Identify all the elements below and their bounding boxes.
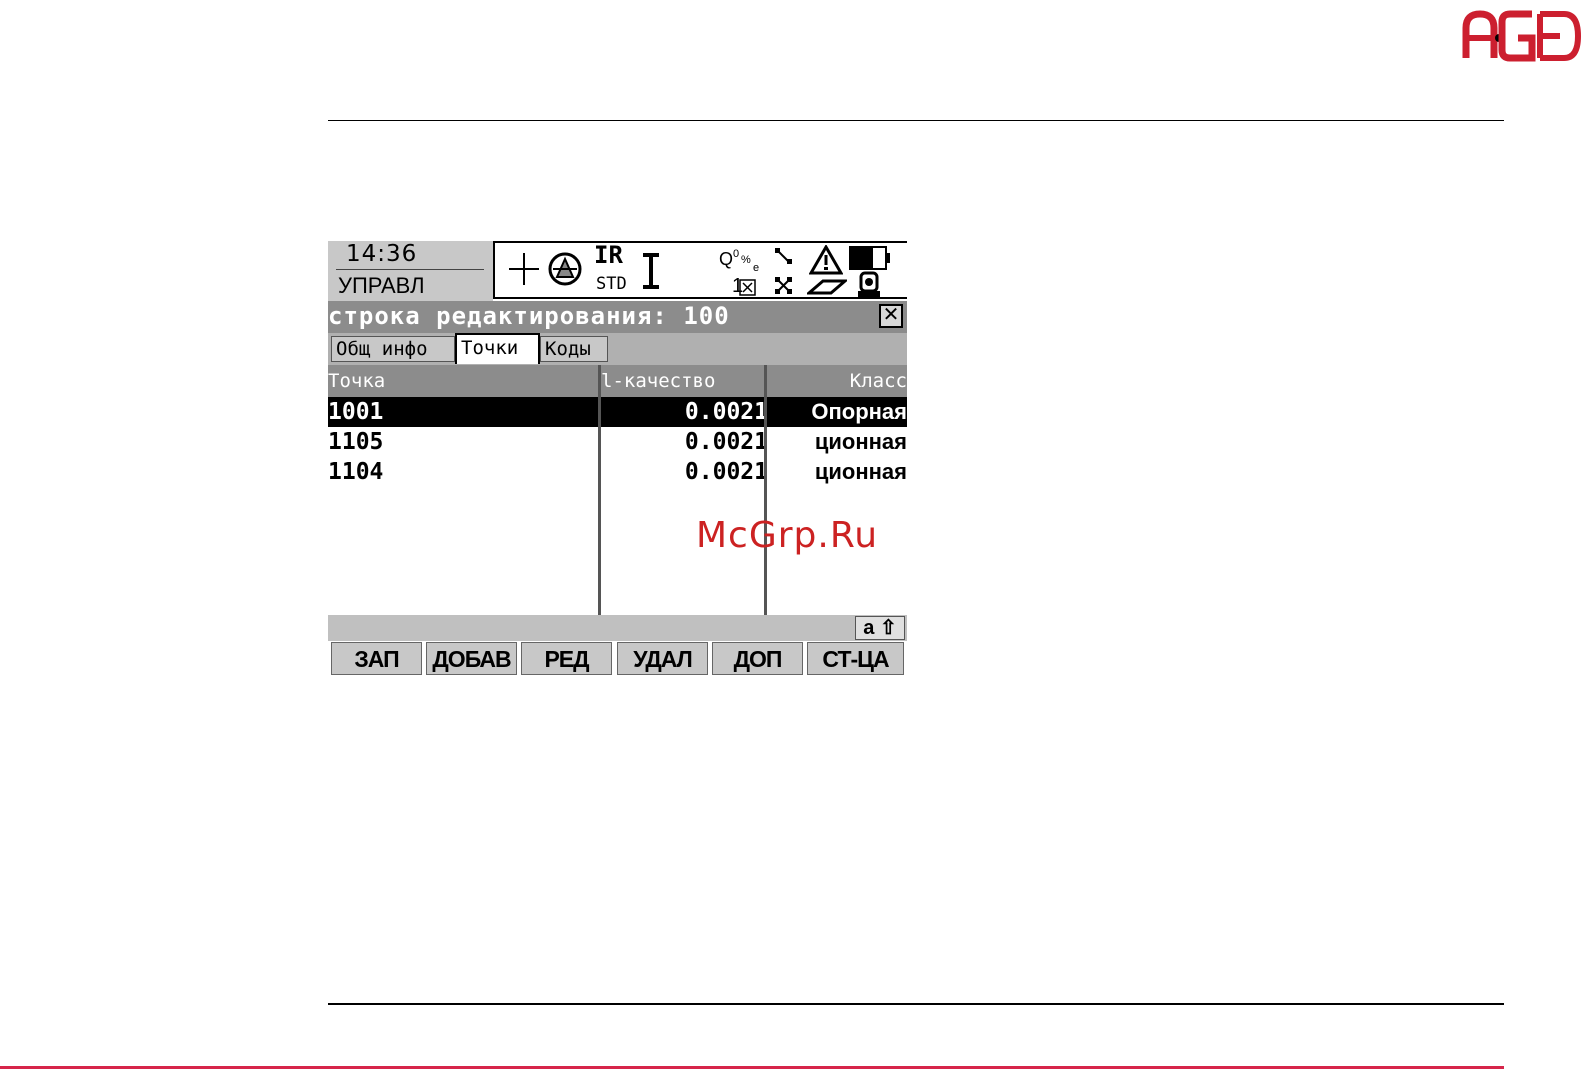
softkey-edit[interactable]: РЕД bbox=[521, 642, 612, 675]
softkey-page[interactable]: СТ-ЦА bbox=[807, 642, 904, 675]
column-divider bbox=[764, 365, 767, 615]
cell-point: 1105 bbox=[328, 429, 384, 455]
tab-bar: Общ инфо Точки Коды bbox=[328, 333, 907, 365]
footer-rule bbox=[328, 1003, 1504, 1005]
softkey-bar: ЗАП ДОБАВ РЕД УДАЛ ДОП СТ-ЦА bbox=[328, 642, 907, 675]
dialog-title: строка редактирования: 100 bbox=[328, 302, 730, 330]
softkey-add[interactable]: ДОБАВ bbox=[426, 642, 517, 675]
column-divider bbox=[598, 365, 601, 615]
svg-text:Q: Q bbox=[719, 249, 733, 269]
points-table: Точка l-качество Класс 1001 0.0021 Опорн… bbox=[328, 365, 907, 655]
cell-point: 1001 bbox=[328, 399, 384, 425]
quality-icon: Q 0 % e bbox=[719, 248, 759, 273]
softkey-more[interactable]: ДОП bbox=[712, 642, 803, 675]
face-label: 1 bbox=[732, 275, 744, 297]
cell-class: ционная bbox=[814, 429, 907, 454]
table-row[interactable]: 1001 0.0021 Опорная bbox=[328, 397, 907, 427]
status-divider bbox=[336, 269, 484, 270]
prism-label: STD bbox=[596, 274, 627, 294]
table-row[interactable]: 1104 0.0021 ционная bbox=[328, 457, 907, 487]
close-icon: ✕ bbox=[882, 304, 900, 326]
column-header-class[interactable]: Класс bbox=[767, 365, 907, 397]
reflector-icon bbox=[548, 252, 582, 286]
crosshair-icon bbox=[509, 253, 539, 285]
link-icon bbox=[775, 248, 792, 264]
dialog-titlebar: строка редактирования: 100 ✕ bbox=[328, 301, 907, 333]
instrument-screen: 14:36 УПРАВЛ Q 0 % e IR STD 1 строка ред… bbox=[328, 241, 907, 675]
header-rule bbox=[328, 120, 1504, 121]
column-header-quality[interactable]: l-качество bbox=[601, 365, 764, 397]
status-clock-panel: 14:36 УПРАВЛ bbox=[328, 241, 493, 301]
cell-quality: 0.0021 bbox=[684, 429, 768, 455]
tab-codes[interactable]: Коды bbox=[540, 336, 608, 362]
warning-icon bbox=[809, 245, 843, 275]
input-status-bar: a ⇧ bbox=[328, 615, 907, 641]
cell-class: ционная bbox=[814, 459, 907, 484]
cell-quality: 0.0021 bbox=[684, 399, 768, 425]
cursor-icon bbox=[643, 253, 659, 289]
cell-point: 1104 bbox=[328, 459, 384, 485]
svg-text:%: % bbox=[741, 254, 751, 266]
table-row[interactable]: 1105 0.0021 ционная bbox=[328, 427, 907, 457]
battery-icon bbox=[849, 246, 890, 270]
memory-icon bbox=[807, 279, 847, 295]
status-mode: УПРАВЛ bbox=[338, 273, 425, 298]
input-mode-indicator: a ⇧ bbox=[855, 616, 905, 640]
status-time: 14:36 bbox=[346, 241, 418, 267]
softkey-delete[interactable]: УДАЛ bbox=[617, 642, 708, 675]
tab-points[interactable]: Точки bbox=[455, 333, 540, 364]
column-header-point[interactable]: Точка bbox=[328, 365, 598, 397]
company-logo bbox=[1462, 10, 1582, 62]
tab-general[interactable]: Общ инфо bbox=[331, 336, 455, 362]
close-button[interactable]: ✕ bbox=[879, 304, 903, 328]
softkey-store[interactable]: ЗАП bbox=[331, 642, 422, 675]
svg-text:e: e bbox=[753, 262, 759, 273]
instrument-icon bbox=[858, 271, 880, 297]
status-icon-panel: Q 0 % e bbox=[493, 241, 907, 299]
radio-icon bbox=[775, 277, 792, 294]
svg-text:0: 0 bbox=[733, 248, 739, 260]
cell-quality: 0.0021 bbox=[684, 459, 768, 485]
cell-class: Опорная bbox=[811, 399, 907, 424]
watermark: McGrp.Ru bbox=[696, 515, 879, 556]
measure-mode-label: IR bbox=[594, 241, 623, 269]
